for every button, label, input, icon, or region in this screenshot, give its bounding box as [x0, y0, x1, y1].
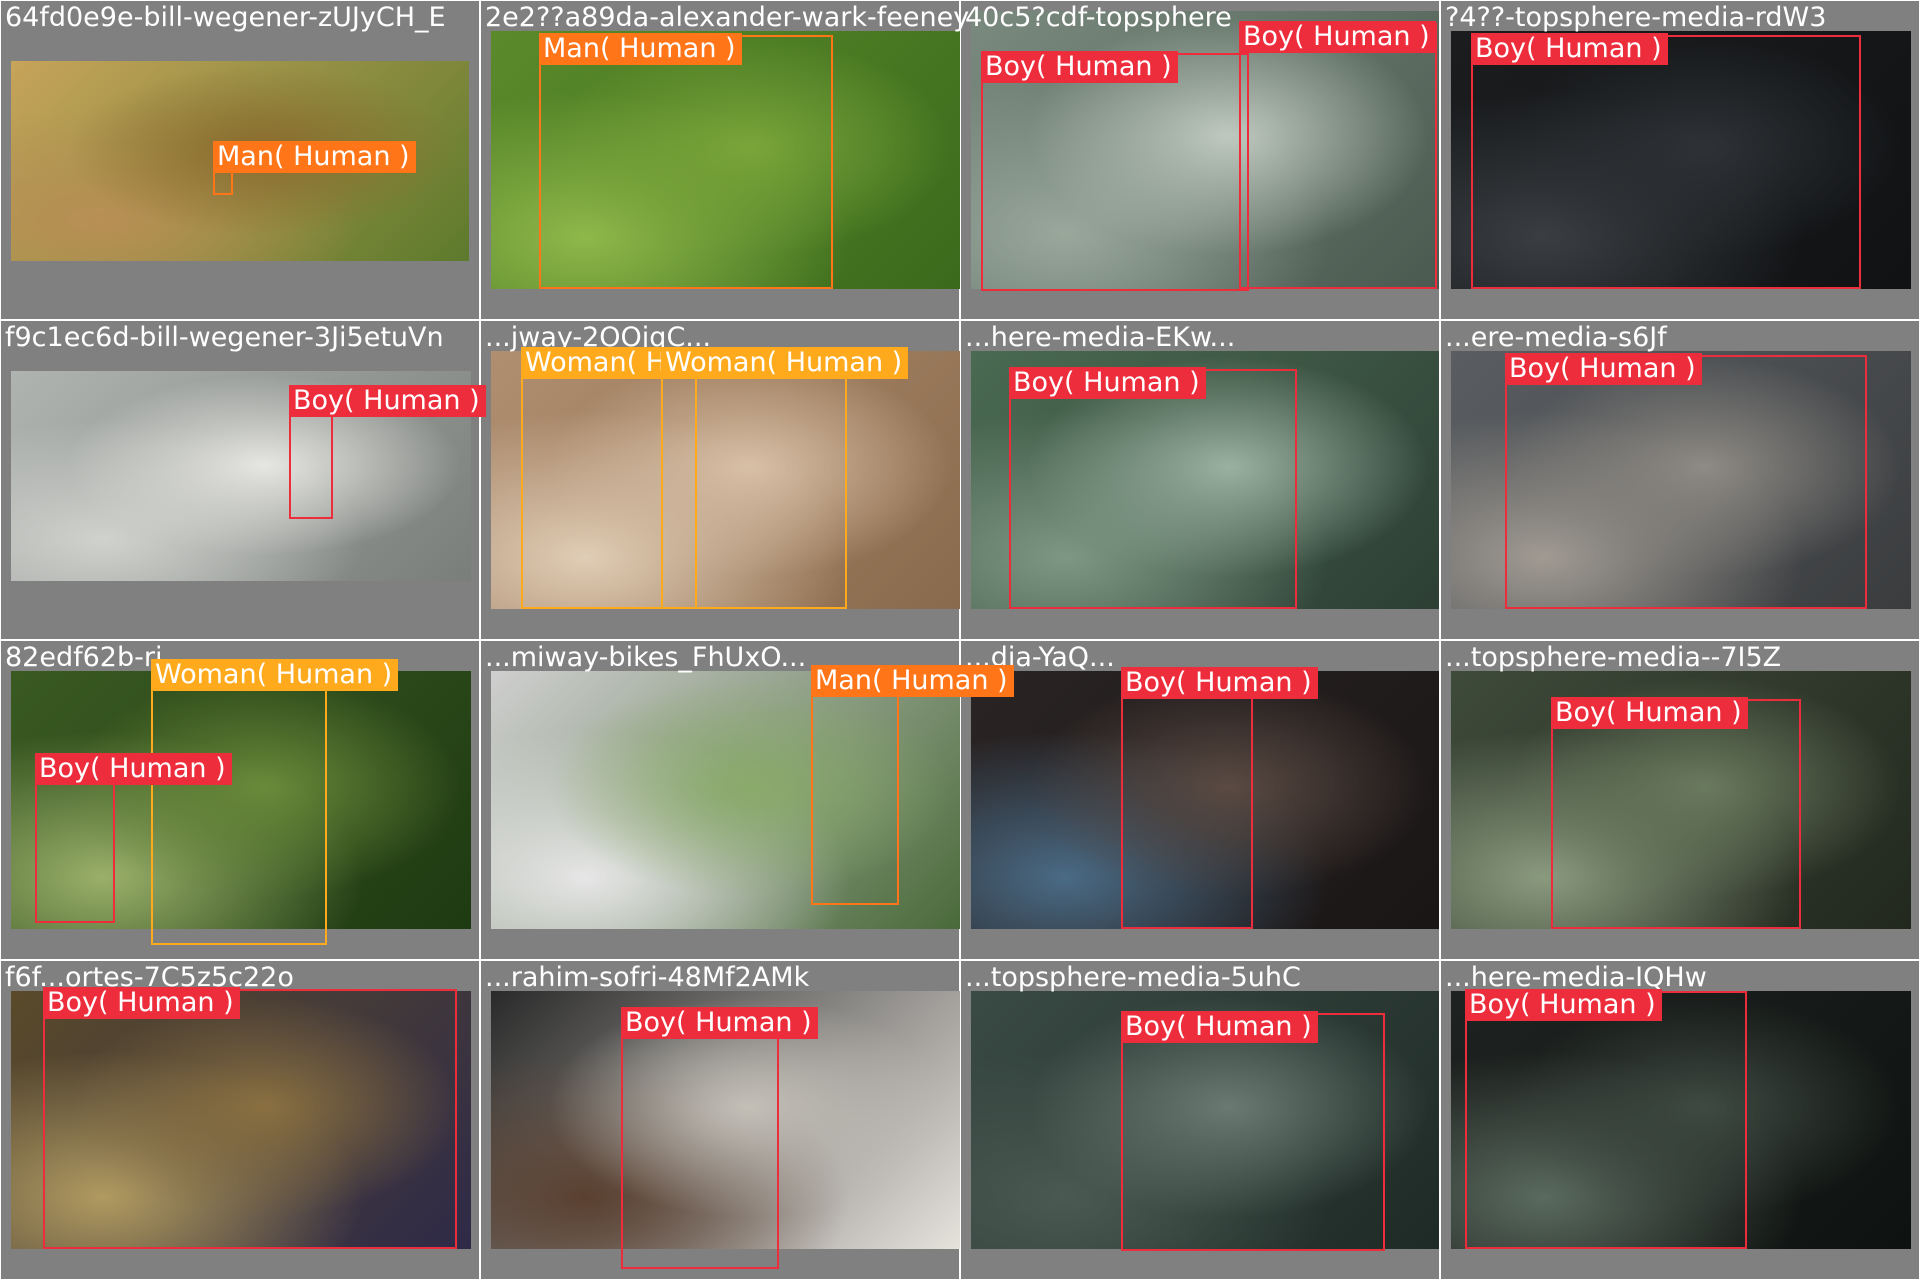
image-cell[interactable]: f6f...ortes-7C5z5c22o Boy( Human ) [0, 960, 480, 1280]
image-filename: ...here-media-EKw... [965, 322, 1236, 353]
image-filename: ...rahim-sofri-48Mf2AMk [485, 962, 810, 993]
detection-label: Boy( Human ) [1465, 989, 1662, 1021]
detection-label: Man( Human ) [539, 33, 742, 65]
detection-bbox [151, 661, 327, 945]
image-filename: ...topsphere-media--7I5Z [1445, 642, 1782, 673]
image-cell[interactable]: 2e2??a89da-alexander-wark-feeney Man( Hum… [480, 0, 969, 320]
detection-label: Boy( Human ) [1471, 33, 1668, 65]
image-filename: ...miway-bikes_FhUxO... [485, 642, 807, 673]
image-cell[interactable]: ...ere-media-s6Jf Boy( Human ) [1440, 320, 1920, 640]
image-filename: ...topsphere-media-5uhC [965, 962, 1301, 993]
image-cell[interactable]: ...miway-bikes_FhUxO... Man( Human ) [480, 640, 1014, 960]
image-cell[interactable]: ...dia-YaQ... Boy( Human ) [960, 640, 1440, 960]
image-cell[interactable]: f9c1ec6d-bill-wegener-3Ji5etuVn Boy( Huma… [0, 320, 486, 640]
detection-bbox [1239, 23, 1437, 289]
image-cell[interactable]: ...rahim-sofri-48Mf2AMk Boy( Human ) [480, 960, 961, 1280]
image-filename: ?4??-topsphere-media-rdW3 [1445, 2, 1827, 33]
detection-label: Boy( Human ) [35, 753, 232, 785]
image-cell[interactable]: 64fd0e9e-bill-wegener-zUJyCH_E Man( Human… [0, 0, 480, 320]
detection-label: Boy( Human ) [43, 987, 240, 1019]
detection-bbox [661, 349, 847, 609]
detection-bbox [1551, 699, 1801, 929]
image-cell[interactable]: ...topsphere-media--7I5Z Boy( Human ) [1440, 640, 1920, 960]
detection-bbox [1505, 355, 1867, 609]
detection-bbox [43, 989, 457, 1249]
detection-label: Boy( Human ) [1121, 1011, 1318, 1043]
detection-label: Woman( Human ) [151, 659, 399, 691]
detection-bbox [1465, 991, 1747, 1249]
image-cell[interactable]: 82edf62b-ri... Woman( Human ) Boy( Human ) [0, 640, 480, 960]
detection-bbox [1471, 35, 1861, 289]
image-filename: 64fd0e9e-bill-wegener-zUJyCH_E [5, 2, 446, 33]
image-cell[interactable]: ...topsphere-media-5uhC Boy( Human ) [960, 960, 1440, 1280]
image-filename: ...ere-media-s6Jf [1445, 322, 1667, 353]
detection-label: Boy( Human ) [289, 385, 486, 417]
detection-bbox [811, 667, 899, 905]
detection-label: Woman( Human ) [661, 347, 909, 379]
detection-bbox [981, 53, 1249, 291]
image-cell[interactable]: 40c5?cdf-topsphere Boy( Human ) Boy( Human… [960, 0, 1440, 320]
detection-bbox [539, 35, 833, 289]
detection-label: Man( Human ) [811, 665, 1014, 697]
detection-label: Man( Human ) [213, 141, 416, 173]
detection-label: Boy( Human ) [1551, 697, 1748, 729]
detection-grid: 64fd0e9e-bill-wegener-zUJyCH_E Man( Human… [0, 0, 1920, 1280]
detection-bbox [1121, 669, 1253, 929]
image-filename: 2e2??a89da-alexander-wark-feeney [485, 2, 970, 33]
detection-label: Boy( Human ) [1505, 353, 1702, 385]
detection-bbox [621, 1009, 779, 1269]
detection-label: Boy( Human ) [981, 51, 1178, 83]
image-cell[interactable]: ...jway-2OOjqC... Woman( Human ) Woman( Hu… [480, 320, 961, 640]
detection-label: Boy( Human ) [1009, 367, 1206, 399]
image-cell[interactable]: ...here-media-IQHw Boy( Human ) [1440, 960, 1920, 1280]
detection-bbox [1121, 1013, 1385, 1251]
detection-label: Boy( Human ) [1121, 667, 1318, 699]
image-cell[interactable]: ?4??-topsphere-media-rdW3 Boy( Human ) [1440, 0, 1920, 320]
detection-label: Boy( Human ) [1239, 21, 1436, 53]
image-cell[interactable]: ...here-media-EKw... Boy( Human ) [960, 320, 1440, 640]
detection-label: Boy( Human ) [621, 1007, 818, 1039]
image-filename: f9c1ec6d-bill-wegener-3Ji5etuVn [5, 322, 444, 353]
detection-bbox [1009, 369, 1297, 609]
